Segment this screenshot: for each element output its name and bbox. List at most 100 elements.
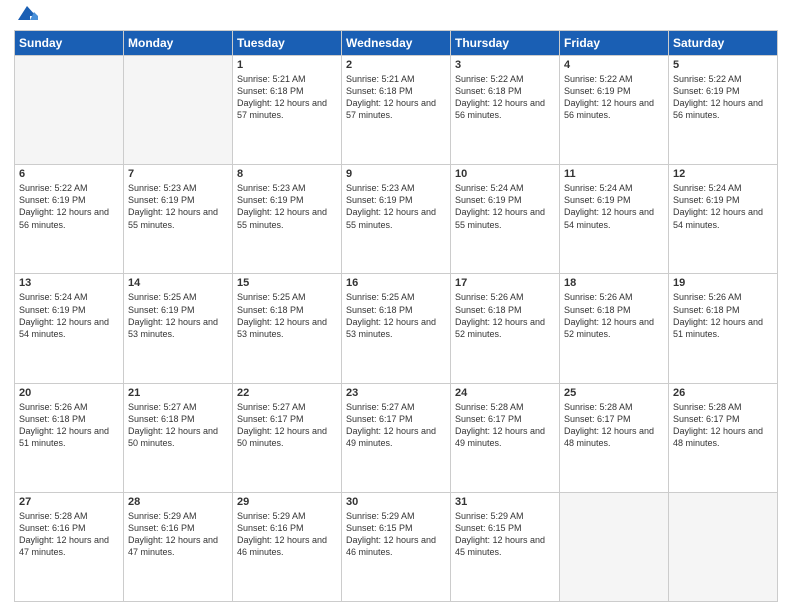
- weekday-header: Wednesday: [342, 31, 451, 56]
- calendar-cell: 24 Sunrise: 5:28 AMSunset: 6:17 PMDayligh…: [451, 383, 560, 492]
- cell-info: Sunrise: 5:21 AMSunset: 6:18 PMDaylight:…: [237, 73, 337, 122]
- day-number: 5: [673, 59, 773, 71]
- calendar-week-row: 27Sunrise: 5:28 AMSunset: 6:16 PMDayligh…: [15, 492, 778, 601]
- calendar-cell: 31Sunrise: 5:29 AMSunset: 6:15 PMDayligh…: [451, 492, 560, 601]
- day-number: 24: [455, 387, 555, 399]
- day-number: 28: [128, 496, 228, 508]
- day-number: 11: [564, 168, 664, 180]
- calendar-cell: 25 Sunrise: 5:28 AMSunset: 6:17 PMDayligh…: [560, 383, 669, 492]
- logo-icon: [16, 2, 38, 24]
- day-number: 17: [455, 277, 555, 289]
- cell-info: Sunrise: 5:29 AMSunset: 6:16 PMDaylight:…: [128, 510, 228, 559]
- calendar-cell: 4 Sunrise: 5:22 AMSunset: 6:19 PMDaylight…: [560, 56, 669, 165]
- calendar-cell: 18Sunrise: 5:26 AMSunset: 6:18 PMDayligh…: [560, 274, 669, 383]
- calendar-table: SundayMondayTuesdayWednesdayThursdayFrid…: [14, 30, 778, 602]
- calendar-cell: 22 Sunrise: 5:27 AMSunset: 6:17 PMDayligh…: [233, 383, 342, 492]
- day-number: 13: [19, 277, 119, 289]
- day-number: 23: [346, 387, 446, 399]
- cell-info: Sunrise: 5:27 AMSunset: 6:17 PMDaylight:…: [346, 401, 446, 450]
- calendar-cell: 17 Sunrise: 5:26 AMSunset: 6:18 PMDayligh…: [451, 274, 560, 383]
- calendar-cell: 16 Sunrise: 5:25 AMSunset: 6:18 PMDayligh…: [342, 274, 451, 383]
- cell-info: Sunrise: 5:24 AMSunset: 6:19 PMDaylight:…: [564, 182, 664, 231]
- cell-info: Sunrise: 5:24 AMSunset: 6:19 PMDaylight:…: [455, 182, 555, 231]
- calendar-cell: [15, 56, 124, 165]
- calendar-cell: 5 Sunrise: 5:22 AMSunset: 6:19 PMDaylight…: [669, 56, 778, 165]
- calendar-cell: 28 Sunrise: 5:29 AMSunset: 6:16 PMDayligh…: [124, 492, 233, 601]
- calendar-week-row: 1 Sunrise: 5:21 AMSunset: 6:18 PMDaylight…: [15, 56, 778, 165]
- weekday-header: Thursday: [451, 31, 560, 56]
- day-number: 12: [673, 168, 773, 180]
- calendar-cell: 12 Sunrise: 5:24 AMSunset: 6:19 PMDayligh…: [669, 165, 778, 274]
- page: SundayMondayTuesdayWednesdayThursdayFrid…: [0, 0, 792, 612]
- calendar-cell: 20 Sunrise: 5:26 AMSunset: 6:18 PMDayligh…: [15, 383, 124, 492]
- cell-info: Sunrise: 5:29 AMSunset: 6:16 PMDaylight:…: [237, 510, 337, 559]
- cell-info: Sunrise: 5:25 AMSunset: 6:18 PMDaylight:…: [346, 291, 446, 340]
- cell-info: Sunrise: 5:28 AMSunset: 6:17 PMDaylight:…: [455, 401, 555, 450]
- day-number: 2: [346, 59, 446, 71]
- cell-info: Sunrise: 5:28 AMSunset: 6:16 PMDaylight:…: [19, 510, 119, 559]
- weekday-header: Tuesday: [233, 31, 342, 56]
- cell-info: Sunrise: 5:27 AMSunset: 6:18 PMDaylight:…: [128, 401, 228, 450]
- calendar-cell: 1 Sunrise: 5:21 AMSunset: 6:18 PMDaylight…: [233, 56, 342, 165]
- calendar-week-row: 20 Sunrise: 5:26 AMSunset: 6:18 PMDayligh…: [15, 383, 778, 492]
- calendar-cell: 8Sunrise: 5:23 AMSunset: 6:19 PMDaylight…: [233, 165, 342, 274]
- day-number: 4: [564, 59, 664, 71]
- calendar-cell: 19Sunrise: 5:26 AMSunset: 6:18 PMDayligh…: [669, 274, 778, 383]
- day-number: 6: [19, 168, 119, 180]
- calendar-cell: 3Sunrise: 5:22 AMSunset: 6:18 PMDaylight…: [451, 56, 560, 165]
- calendar-cell: 15 Sunrise: 5:25 AMSunset: 6:18 PMDayligh…: [233, 274, 342, 383]
- cell-info: Sunrise: 5:29 AMSunset: 6:15 PMDaylight:…: [346, 510, 446, 559]
- calendar-cell: 21 Sunrise: 5:27 AMSunset: 6:18 PMDayligh…: [124, 383, 233, 492]
- cell-info: Sunrise: 5:25 AMSunset: 6:19 PMDaylight:…: [128, 291, 228, 340]
- cell-info: Sunrise: 5:22 AMSunset: 6:19 PMDaylight:…: [673, 73, 773, 122]
- calendar-cell: 10 Sunrise: 5:24 AMSunset: 6:19 PMDayligh…: [451, 165, 560, 274]
- calendar-cell: 9Sunrise: 5:23 AMSunset: 6:19 PMDaylight…: [342, 165, 451, 274]
- calendar-week-row: 13 Sunrise: 5:24 AMSunset: 6:19 PMDayligh…: [15, 274, 778, 383]
- cell-info: Sunrise: 5:28 AMSunset: 6:17 PMDaylight:…: [564, 401, 664, 450]
- cell-info: Sunrise: 5:22 AMSunset: 6:19 PMDaylight:…: [564, 73, 664, 122]
- calendar-cell: 11 Sunrise: 5:24 AMSunset: 6:19 PMDayligh…: [560, 165, 669, 274]
- calendar-cell: 29 Sunrise: 5:29 AMSunset: 6:16 PMDayligh…: [233, 492, 342, 601]
- calendar-header-row: SundayMondayTuesdayWednesdayThursdayFrid…: [15, 31, 778, 56]
- calendar-cell: [124, 56, 233, 165]
- day-number: 15: [237, 277, 337, 289]
- cell-info: Sunrise: 5:24 AMSunset: 6:19 PMDaylight:…: [673, 182, 773, 231]
- day-number: 29: [237, 496, 337, 508]
- calendar-cell: 23 Sunrise: 5:27 AMSunset: 6:17 PMDayligh…: [342, 383, 451, 492]
- day-number: 16: [346, 277, 446, 289]
- day-number: 22: [237, 387, 337, 399]
- calendar-cell: [560, 492, 669, 601]
- day-number: 20: [19, 387, 119, 399]
- day-number: 14: [128, 277, 228, 289]
- calendar-cell: 13 Sunrise: 5:24 AMSunset: 6:19 PMDayligh…: [15, 274, 124, 383]
- weekday-header: Friday: [560, 31, 669, 56]
- calendar-cell: 30Sunrise: 5:29 AMSunset: 6:15 PMDayligh…: [342, 492, 451, 601]
- day-number: 21: [128, 387, 228, 399]
- cell-info: Sunrise: 5:26 AMSunset: 6:18 PMDaylight:…: [19, 401, 119, 450]
- day-number: 7: [128, 168, 228, 180]
- weekday-header: Saturday: [669, 31, 778, 56]
- cell-info: Sunrise: 5:26 AMSunset: 6:18 PMDaylight:…: [564, 291, 664, 340]
- cell-info: Sunrise: 5:22 AMSunset: 6:19 PMDaylight:…: [19, 182, 119, 231]
- calendar-week-row: 6 Sunrise: 5:22 AMSunset: 6:19 PMDaylight…: [15, 165, 778, 274]
- day-number: 26: [673, 387, 773, 399]
- logo: [14, 10, 38, 24]
- day-number: 1: [237, 59, 337, 71]
- calendar-cell: 2 Sunrise: 5:21 AMSunset: 6:18 PMDaylight…: [342, 56, 451, 165]
- cell-info: Sunrise: 5:24 AMSunset: 6:19 PMDaylight:…: [19, 291, 119, 340]
- weekday-header: Sunday: [15, 31, 124, 56]
- day-number: 3: [455, 59, 555, 71]
- calendar-cell: 14 Sunrise: 5:25 AMSunset: 6:19 PMDayligh…: [124, 274, 233, 383]
- cell-info: Sunrise: 5:26 AMSunset: 6:18 PMDaylight:…: [673, 291, 773, 340]
- day-number: 25: [564, 387, 664, 399]
- cell-info: Sunrise: 5:26 AMSunset: 6:18 PMDaylight:…: [455, 291, 555, 340]
- weekday-header: Monday: [124, 31, 233, 56]
- cell-info: Sunrise: 5:21 AMSunset: 6:18 PMDaylight:…: [346, 73, 446, 122]
- calendar-cell: 6 Sunrise: 5:22 AMSunset: 6:19 PMDaylight…: [15, 165, 124, 274]
- cell-info: Sunrise: 5:27 AMSunset: 6:17 PMDaylight:…: [237, 401, 337, 450]
- calendar-cell: [669, 492, 778, 601]
- day-number: 10: [455, 168, 555, 180]
- header: [14, 10, 778, 24]
- cell-info: Sunrise: 5:25 AMSunset: 6:18 PMDaylight:…: [237, 291, 337, 340]
- day-number: 9: [346, 168, 446, 180]
